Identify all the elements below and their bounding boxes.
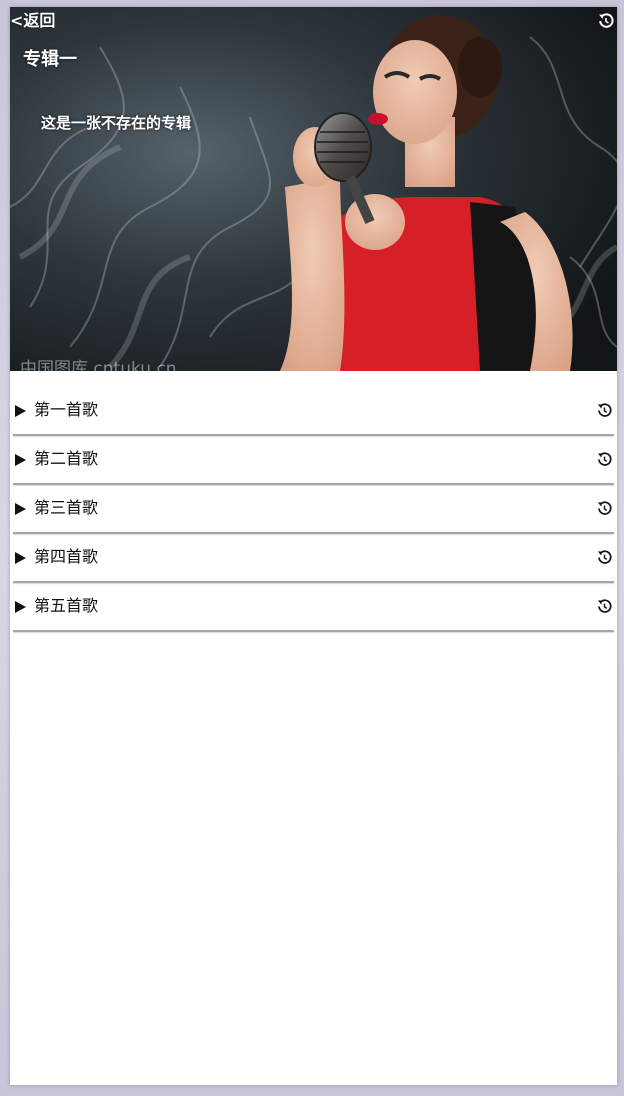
play-icon[interactable] bbox=[14, 600, 27, 614]
song-name: 第三首歌 bbox=[34, 498, 99, 517]
song-item[interactable]: 第四首歌 bbox=[10, 534, 617, 583]
app-screen: <返回 专辑一 这是一张不存在的专辑 中国图库 cntuku.cn 第一首歌 第… bbox=[10, 7, 617, 1085]
refresh-icon[interactable] bbox=[597, 12, 615, 30]
album-title: 专辑一 bbox=[23, 49, 77, 70]
song-name: 第五首歌 bbox=[34, 596, 99, 615]
refresh-icon[interactable] bbox=[596, 598, 613, 615]
song-item[interactable]: 第五首歌 bbox=[10, 583, 617, 632]
play-icon[interactable] bbox=[14, 453, 27, 467]
back-button[interactable]: <返回 bbox=[10, 11, 55, 31]
album-cover-image bbox=[10, 7, 617, 371]
play-icon[interactable] bbox=[14, 551, 27, 565]
song-name: 第一首歌 bbox=[34, 400, 99, 419]
song-name: 第二首歌 bbox=[34, 449, 99, 468]
refresh-icon[interactable] bbox=[596, 402, 613, 419]
refresh-icon[interactable] bbox=[596, 451, 613, 468]
song-item[interactable]: 第三首歌 bbox=[10, 485, 617, 534]
refresh-icon[interactable] bbox=[596, 500, 613, 517]
divider bbox=[13, 630, 614, 632]
song-item[interactable]: 第一首歌 bbox=[10, 387, 617, 436]
play-icon[interactable] bbox=[14, 404, 27, 418]
album-cover: <返回 专辑一 这是一张不存在的专辑 中国图库 cntuku.cn bbox=[10, 7, 617, 371]
refresh-icon[interactable] bbox=[596, 549, 613, 566]
play-icon[interactable] bbox=[14, 502, 27, 516]
song-list: 第一首歌 第二首歌 第三首歌 第四首歌 第五首歌 bbox=[10, 387, 617, 632]
song-item[interactable]: 第二首歌 bbox=[10, 436, 617, 485]
song-name: 第四首歌 bbox=[34, 547, 99, 566]
album-description: 这是一张不存在的专辑 bbox=[41, 114, 192, 132]
cover-watermark: 中国图库 cntuku.cn bbox=[20, 359, 177, 371]
